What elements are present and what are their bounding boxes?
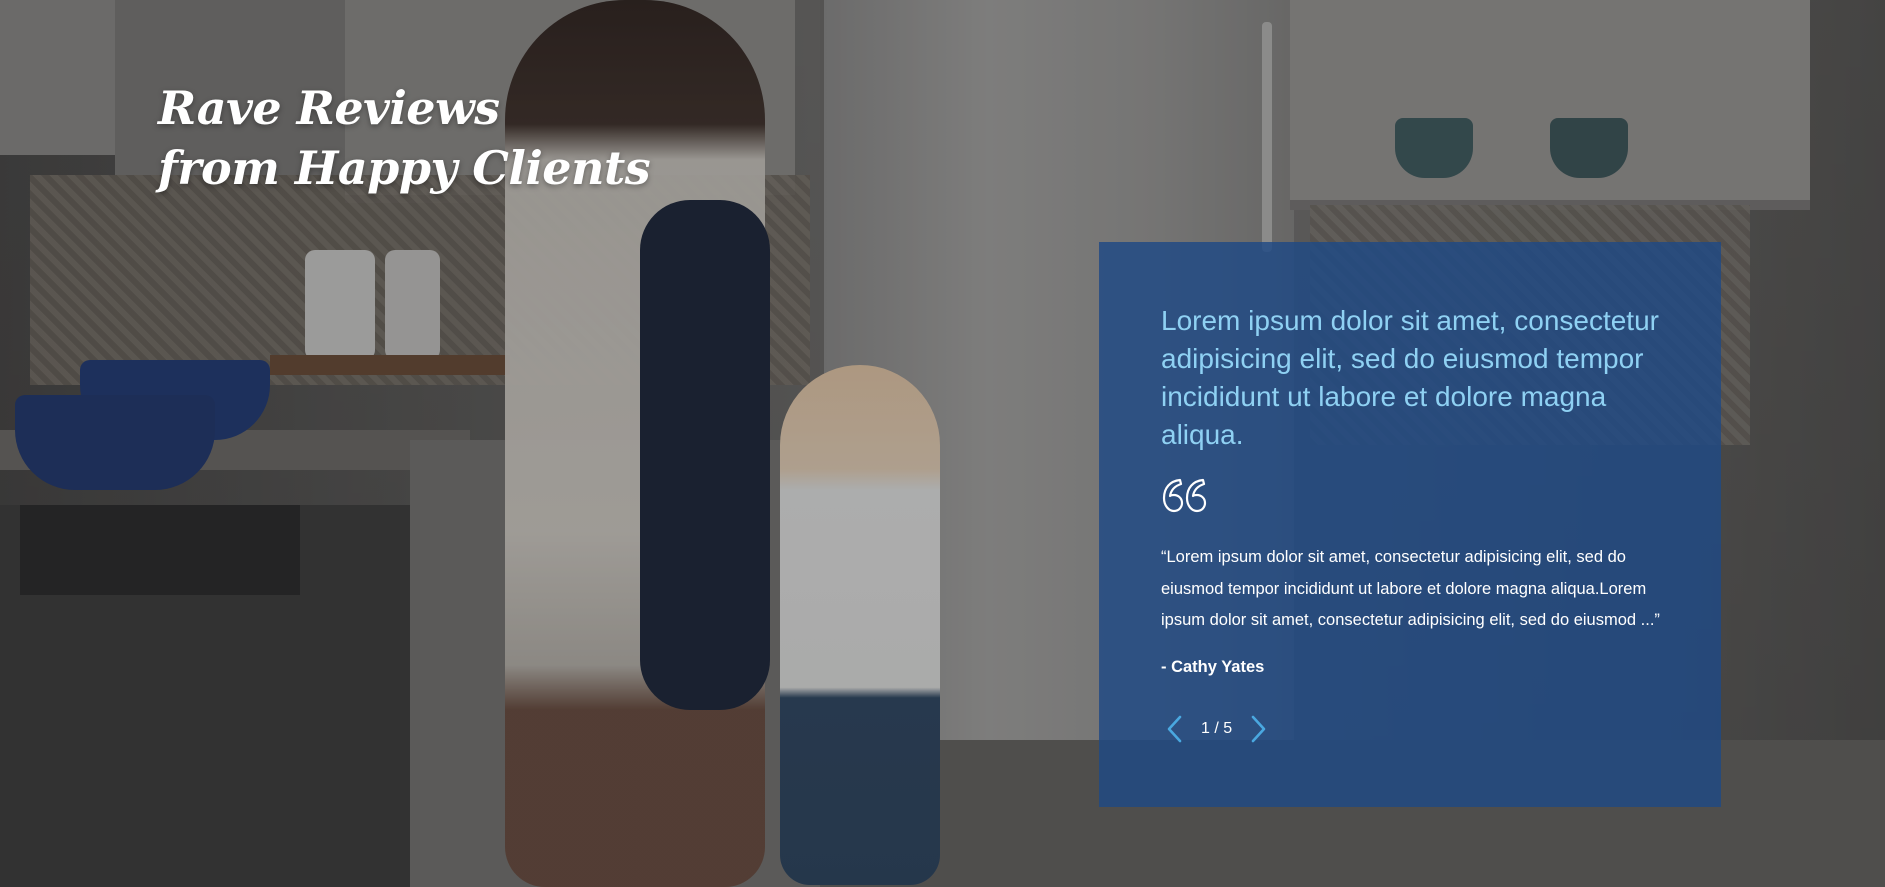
chevron-right-icon: [1251, 715, 1266, 743]
section-title-line1: Rave Reviews: [158, 81, 500, 135]
quote-icon: [1162, 478, 1207, 513]
testimonial-headline: Lorem ipsum dolor sit amet, consectetur …: [1161, 305, 1659, 450]
section-title-line2: from Happy Clients: [158, 141, 651, 195]
section-title: Rave Reviews from Happy Clients: [158, 78, 651, 198]
pager-counter: 1 / 5: [1201, 720, 1233, 737]
testimonial-pager: 1 / 5: [1161, 712, 1272, 746]
chevron-left-icon: [1167, 715, 1182, 743]
next-testimonial-button[interactable]: [1246, 712, 1272, 746]
testimonial-quote: “Lorem ipsum dolor sit amet, consectetur…: [1161, 548, 1660, 629]
testimonial-card: Lorem ipsum dolor sit amet, consectetur …: [1099, 242, 1721, 807]
testimonial-author: - Cathy Yates: [1161, 657, 1265, 676]
testimonials-hero: Rave Reviews from Happy Clients Lorem ip…: [0, 0, 1885, 887]
prev-testimonial-button[interactable]: [1161, 712, 1187, 746]
